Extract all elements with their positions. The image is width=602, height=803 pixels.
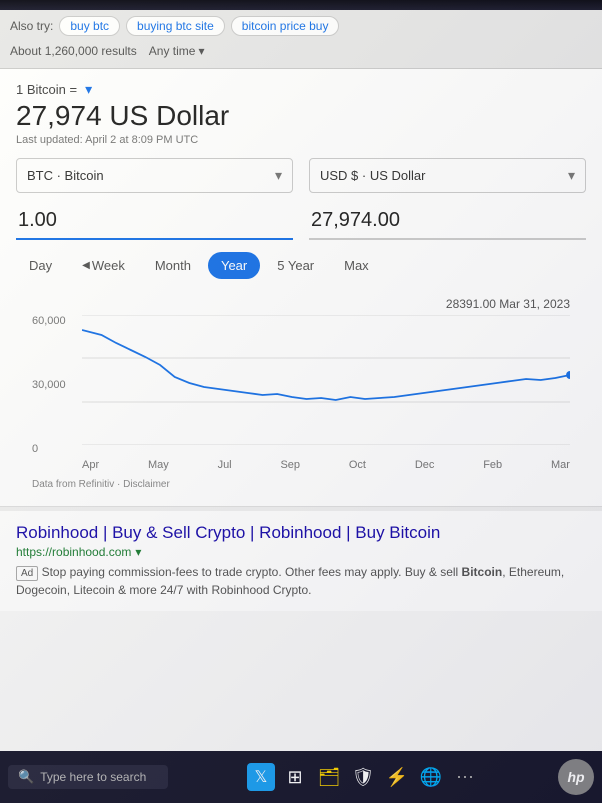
y-label-60k: 60,000 [32, 315, 66, 327]
chart-wrap: 60,000 30,000 0 [32, 315, 570, 455]
x-label-dec: Dec [415, 459, 435, 471]
results-count: About 1,260,000 results [10, 44, 137, 58]
dark-top-strip [0, 0, 602, 10]
time-btn-max[interactable]: Max [331, 252, 382, 279]
search-placeholder: Type here to search [40, 770, 146, 784]
also-try-row: Also try: buy btc buying btc site bitcoi… [10, 16, 592, 36]
chart-svg [82, 315, 570, 445]
robinhood-link[interactable]: Robinhood | Buy & Sell Crypto | Robinhoo… [16, 523, 586, 543]
chevron-down-icon: ▾ [568, 167, 575, 184]
taskbar: 🔍 Type here to search 𝕏 ⊞ 🗂 🛡 ⚡ 🌐 ⋯ hp [0, 751, 602, 803]
results-bar: About 1,260,000 results Any time ▾ [10, 40, 592, 62]
taskbar-search-box[interactable]: 🔍 Type here to search [8, 765, 168, 789]
time-btn-week[interactable]: ◀ Week [69, 252, 138, 279]
chevron-down-icon: ▾ [135, 545, 141, 559]
x-label-jul: Jul [218, 459, 232, 471]
time-btn-year[interactable]: Year [208, 252, 260, 279]
robinhood-url-text: https://robinhood.com [16, 545, 131, 559]
ad-badge-label: Ad [16, 566, 38, 581]
search-icon: 🔍 [18, 769, 34, 785]
x-label-apr: Apr [82, 459, 99, 471]
time-range-row: Day ◀ Week Month Year 5 Year Max [16, 252, 586, 279]
screen: Also try: buy btc buying btc site bitcoi… [0, 0, 602, 803]
chip-buying-btc-site[interactable]: buying btc site [126, 16, 225, 36]
to-amount-input[interactable] [309, 203, 586, 240]
time-btn-5year[interactable]: 5 Year [264, 252, 327, 279]
hp-logo: hp [558, 759, 594, 795]
disclaimer-text: Data from Refinitiv · Disclaimer [16, 475, 586, 494]
taskbar-icon-bolt[interactable]: ⚡ [383, 763, 411, 791]
x-label-may: May [148, 459, 169, 471]
chevron-down-icon: ▾ [275, 167, 282, 184]
bitcoin-eq-label: 1 Bitcoin = [16, 82, 77, 97]
to-currency-select[interactable]: USD $ · US Dollar ▾ [309, 158, 586, 193]
from-currency-select[interactable]: BTC · Bitcoin ▾ [16, 158, 293, 193]
chevron-down-icon: ▾ [198, 44, 204, 58]
time-btn-day[interactable]: Day [16, 252, 65, 279]
anytime-button[interactable]: Any time ▾ [149, 44, 205, 58]
taskbar-right-area: hp [558, 759, 594, 795]
chevron-left-icon: ◀ [82, 260, 90, 271]
week-label: Week [92, 258, 125, 273]
taskbar-icon-folder[interactable]: 🗂 [315, 763, 343, 791]
taskbar-icon-edge[interactable]: 🌐 [417, 763, 445, 791]
x-label-feb: Feb [483, 459, 502, 471]
top-bar: Also try: buy btc buying btc site bitcoi… [0, 10, 602, 69]
last-updated-label: Last updated: April 2 at 8:09 PM UTC [16, 134, 586, 146]
x-axis-labels: Apr May Jul Sep Oct Dec Feb Mar [32, 459, 570, 471]
to-currency-label: USD $ · US Dollar [320, 168, 425, 183]
from-amount-input[interactable] [16, 203, 293, 240]
y-axis-labels: 60,000 30,000 0 [32, 315, 66, 455]
currency-selectors-row: BTC · Bitcoin ▾ USD $ · US Dollar ▾ [16, 158, 586, 193]
content-area: Also try: buy btc buying btc site bitcoi… [0, 10, 602, 611]
x-label-sep: Sep [280, 459, 300, 471]
chip-bitcoin-price-buy[interactable]: bitcoin price buy [231, 16, 340, 36]
from-currency-label: BTC · Bitcoin [27, 168, 104, 183]
taskbar-icon-twitter[interactable]: 𝕏 [247, 763, 275, 791]
time-btn-month[interactable]: Month [142, 252, 204, 279]
chart-container: 28391.00 Mar 31, 2023 60,000 30,000 0 [16, 289, 586, 475]
chevron-down-icon: ▾ [85, 81, 92, 98]
btc-price-display: 27,974 US Dollar [16, 100, 586, 132]
chip-buy-btc[interactable]: buy btc [59, 16, 120, 36]
taskbar-icon-apps[interactable]: ⋯ [451, 763, 479, 791]
x-label-oct: Oct [349, 459, 366, 471]
chart-tooltip-value: 28391.00 Mar 31, 2023 [446, 297, 570, 311]
converter-card: 1 Bitcoin = ▾ 27,974 US Dollar Last upda… [0, 69, 602, 507]
taskbar-icon-grid[interactable]: ⊞ [281, 763, 309, 791]
taskbar-icon-shield[interactable]: 🛡 [349, 763, 377, 791]
chart-header: 28391.00 Mar 31, 2023 [32, 297, 570, 311]
robinhood-ad: Robinhood | Buy & Sell Crypto | Robinhoo… [0, 511, 602, 611]
amount-inputs-row [16, 203, 586, 240]
also-try-label: Also try: [10, 19, 53, 33]
taskbar-icons-group: 𝕏 ⊞ 🗂 🛡 ⚡ 🌐 ⋯ [174, 763, 552, 791]
robinhood-url-row: https://robinhood.com ▾ [16, 545, 586, 559]
bitcoin-eq-row: 1 Bitcoin = ▾ [16, 81, 586, 98]
y-label-0: 0 [32, 443, 66, 455]
x-label-mar: Mar [551, 459, 570, 471]
ad-text: Stop paying commission-fees to trade cry… [16, 565, 564, 597]
y-label-30k: 30,000 [32, 379, 66, 391]
ad-description: Ad Stop paying commission-fees to trade … [16, 563, 586, 599]
